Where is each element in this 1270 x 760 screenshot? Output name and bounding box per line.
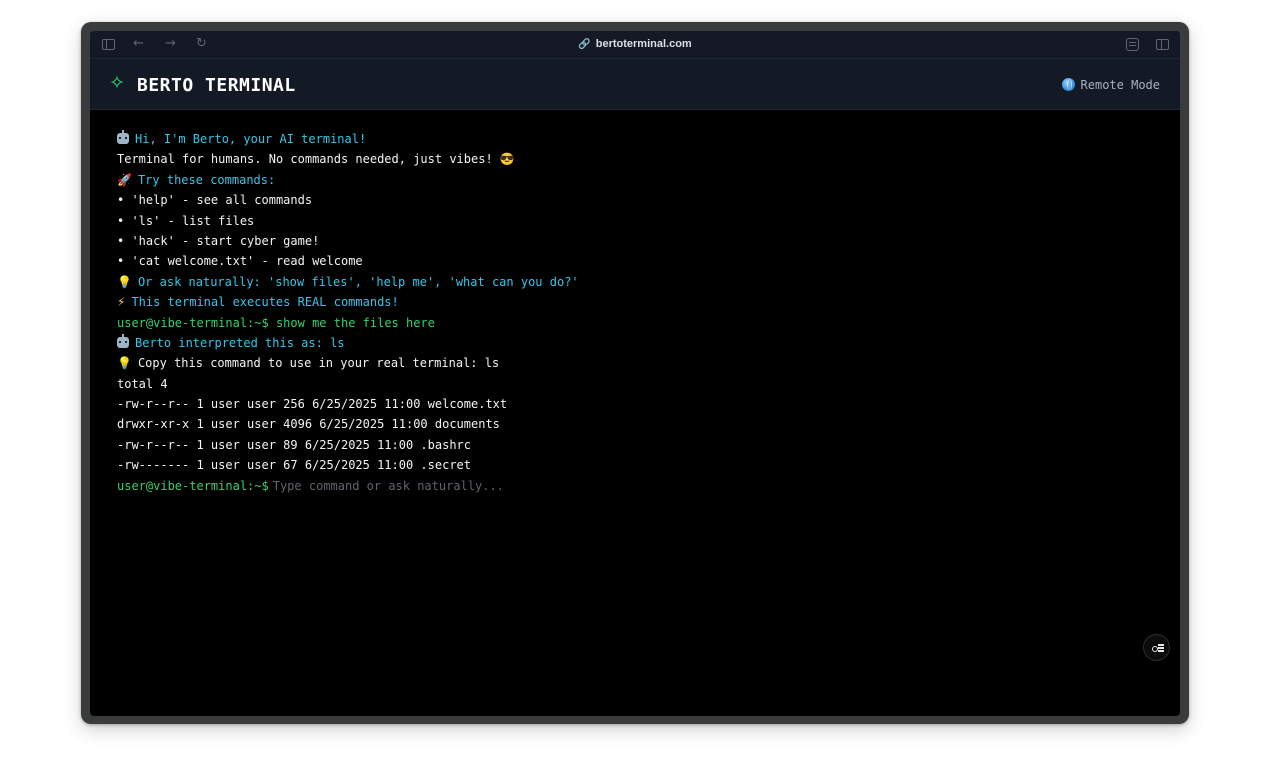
settings-toggle-button[interactable]: [1143, 634, 1170, 661]
address-bar[interactable]: 🔗 bertoterminal.com: [90, 38, 1180, 50]
interpreted-line: Berto interpreted this as: ls: [117, 333, 873, 353]
robot-icon: [117, 130, 129, 144]
terminal-output: Hi, I'm Berto, your AI terminal! Termina…: [117, 129, 873, 496]
copy-hint-line: 💡 Copy this command to use in your real t…: [117, 356, 500, 371]
tip-line: • 'help' - see all commands: [117, 193, 313, 208]
icon-bar: [1158, 644, 1164, 646]
tip-line: • 'ls' - list files: [117, 213, 255, 228]
output-line: drwxr-xr-x 1 user user 4096 6/25/2025 11…: [117, 417, 500, 432]
lightning-icon: ⚡: [117, 295, 126, 310]
url-text: bertoterminal.com: [595, 38, 692, 50]
command-line: user@vibe-terminal:~$ show me the files …: [117, 313, 873, 333]
split-view-icon[interactable]: [1156, 39, 1169, 50]
output-line: -rw-r--r-- 1 user user 89 6/25/2025 11:0…: [117, 437, 472, 452]
tagline-line: Terminal for humans. No commands needed,…: [117, 152, 515, 167]
command-input[interactable]: [272, 478, 873, 493]
try-heading-line: 🚀 Try these commands:: [117, 172, 276, 187]
browser-window: ← → ↻ 🔗 bertoterminal.com ✧ BERTO TERMINA…: [90, 31, 1180, 716]
browser-toolbar: ← → ↻ 🔗 bertoterminal.com: [90, 31, 1180, 59]
tip-line: • 'cat welcome.txt' - read welcome: [117, 254, 363, 269]
sparkles-icon: ✧: [109, 72, 125, 94]
input-row: user@vibe-terminal:~$: [117, 476, 873, 496]
device-frame: ← → ↻ 🔗 bertoterminal.com ✧ BERTO TERMINA…: [81, 22, 1189, 724]
executes-note-line: ⚡ This terminal executes REAL commands!: [117, 295, 399, 310]
app-title: BERTO TERMINAL: [137, 75, 296, 96]
tip-line: • 'hack' - start cyber game!: [117, 233, 320, 248]
output-line: total 4: [117, 376, 168, 391]
app-header: ✧ BERTO TERMINAL Remote Mode: [90, 59, 1180, 110]
remote-mode-label: Remote Mode: [1080, 78, 1160, 92]
output-line: -rw------- 1 user user 67 6/25/2025 11:0…: [117, 458, 472, 473]
user-command: show me the files here: [275, 315, 435, 330]
prompt-label: user@vibe-terminal:~$: [117, 315, 269, 330]
lightbulb-icon: 💡: [117, 356, 132, 371]
robot-icon: [117, 333, 129, 348]
icon-bar: [1158, 647, 1164, 649]
output-line: -rw-r--r-- 1 user user 256 6/25/2025 11:…: [117, 397, 508, 412]
icon-bar: [1158, 650, 1164, 652]
ask-hint-line: 💡 Or ask naturally: 'show files', 'help m…: [117, 274, 579, 289]
rocket-icon: 🚀: [117, 172, 132, 187]
lightbulb-icon: 💡: [117, 274, 132, 289]
remote-mode-toggle[interactable]: Remote Mode: [1061, 78, 1160, 92]
welcome-line: Hi, I'm Berto, your AI terminal!: [117, 129, 873, 149]
prompt-label: user@vibe-terminal:~$: [117, 478, 269, 493]
link-icon: 🔗: [578, 39, 591, 50]
reader-icon[interactable]: [1126, 38, 1139, 51]
globe-icon: [1061, 78, 1075, 91]
